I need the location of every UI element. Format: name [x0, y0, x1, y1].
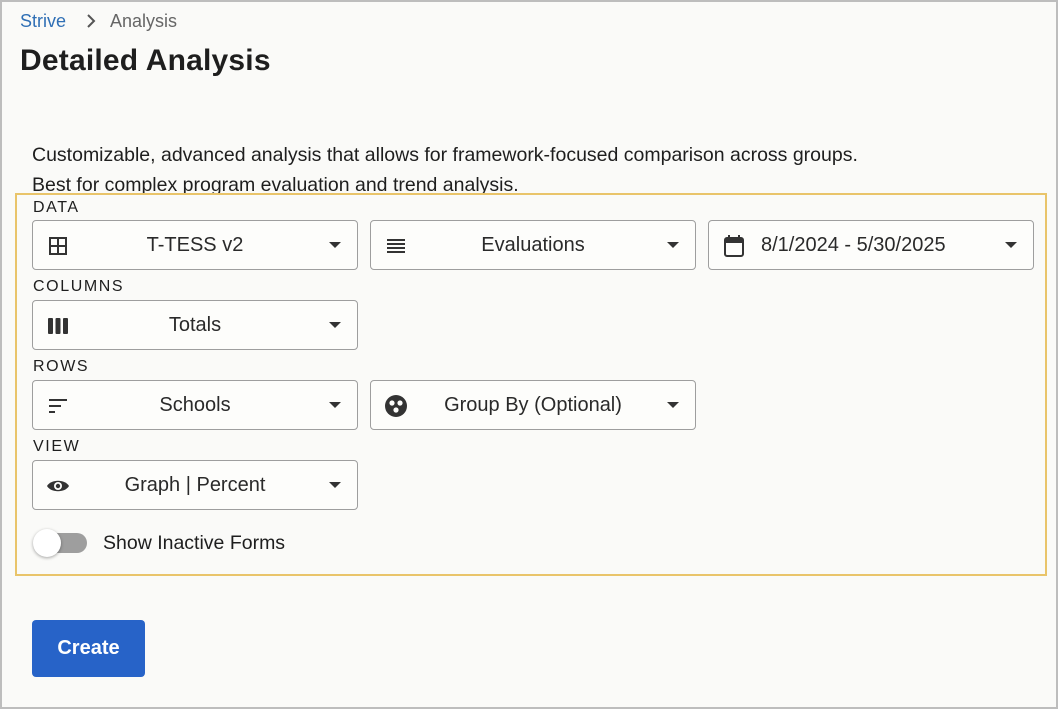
- show-inactive-forms-toggle[interactable]: [33, 529, 87, 557]
- caret-down-icon: [667, 242, 679, 248]
- rows-dropdown[interactable]: Schools: [32, 380, 358, 430]
- breadcrumb: Strive Analysis: [20, 10, 177, 32]
- framework-dropdown[interactable]: T-TESS v2: [32, 220, 358, 270]
- page-description: Customizable, advanced analysis that all…: [32, 140, 858, 200]
- analysis-options-panel: DATA T-TESS v2 Evaluations 8/1/2024 - 5/…: [15, 193, 1047, 576]
- toggle-thumb: [33, 529, 61, 557]
- caret-down-icon: [329, 322, 341, 328]
- caret-down-icon: [667, 402, 679, 408]
- caret-down-icon: [1005, 242, 1017, 248]
- create-button[interactable]: Create: [32, 620, 145, 677]
- breadcrumb-strive-link[interactable]: Strive: [20, 11, 66, 32]
- breadcrumb-current: Analysis: [110, 10, 178, 31]
- view-section-label: VIEW: [33, 438, 81, 455]
- columns-icon: [46, 314, 70, 338]
- columns-value: Totals: [168, 313, 222, 336]
- caret-down-icon: [329, 482, 341, 488]
- view-dropdown[interactable]: Graph | Percent: [32, 460, 358, 510]
- list-lines-icon: [384, 234, 408, 258]
- description-line-1: Customizable, advanced analysis that all…: [32, 144, 858, 166]
- columns-dropdown[interactable]: Totals: [32, 300, 358, 350]
- caret-down-icon: [329, 402, 341, 408]
- data-type-value: Evaluations: [481, 233, 585, 256]
- group-circle-icon: [384, 394, 408, 418]
- date-range-value: 8/1/2024 - 5/30/2025: [761, 233, 946, 256]
- date-range-dropdown[interactable]: 8/1/2024 - 5/30/2025: [708, 220, 1034, 270]
- show-inactive-forms-label: Show Inactive Forms: [103, 531, 286, 554]
- caret-down-icon: [329, 242, 341, 248]
- calendar-icon: [722, 234, 746, 258]
- rows-value: Schools: [159, 393, 231, 416]
- data-type-dropdown[interactable]: Evaluations: [370, 220, 696, 270]
- eye-icon: [46, 474, 70, 498]
- view-value: Graph | Percent: [124, 473, 266, 496]
- sort-lines-icon: [46, 394, 70, 418]
- chevron-right-icon: [86, 14, 96, 28]
- data-section-label: DATA: [33, 199, 80, 216]
- page-title: Detailed Analysis: [20, 44, 271, 77]
- group-by-value: Group By (Optional): [444, 393, 622, 416]
- framework-value: T-TESS v2: [146, 233, 244, 256]
- show-inactive-forms-row: Show Inactive Forms: [33, 529, 286, 557]
- group-by-dropdown[interactable]: Group By (Optional): [370, 380, 696, 430]
- rows-section-label: ROWS: [33, 358, 90, 375]
- grid-icon: [46, 234, 70, 258]
- columns-section-label: COLUMNS: [33, 278, 125, 295]
